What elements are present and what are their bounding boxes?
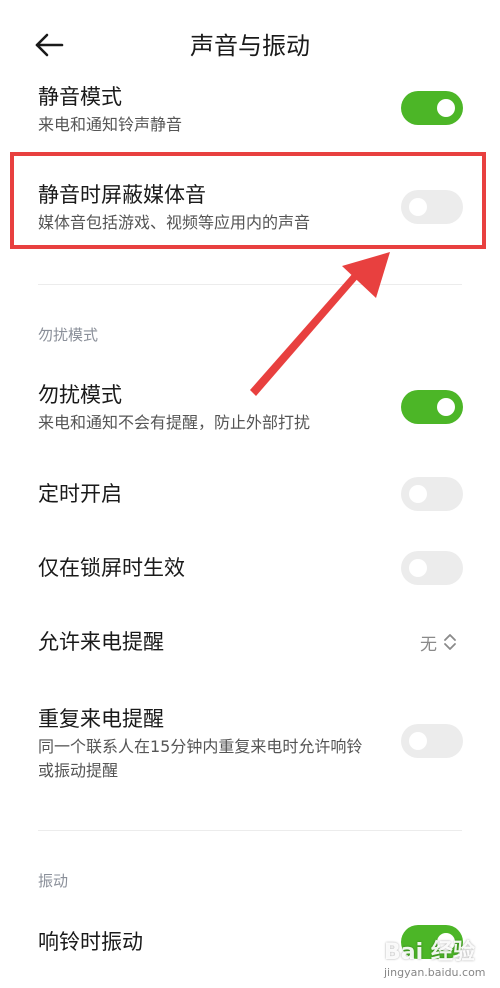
section-label-dnd: 勿扰模式 xyxy=(38,326,99,344)
setting-title: 允许来电提醒 xyxy=(38,630,164,654)
watermark-logo: Bai 经验 xyxy=(384,940,475,965)
setting-title: 响铃时振动 xyxy=(38,930,143,954)
setting-title: 重复来电提醒 xyxy=(38,707,164,731)
scheduled-toggle[interactable] xyxy=(401,477,463,511)
silent-mode-toggle[interactable] xyxy=(401,91,463,125)
setting-title: 静音模式 xyxy=(38,85,122,109)
dnd-toggle[interactable] xyxy=(401,390,463,424)
watermark: Bai 经验 jingyan.baidu.com xyxy=(384,930,496,986)
toggle-knob xyxy=(409,732,427,750)
setting-title: 勿扰模式 xyxy=(38,383,122,407)
allow-calls-picker[interactable]: 无 xyxy=(420,627,457,657)
setting-subtitle: 来电和通知铃声静音 xyxy=(38,115,183,134)
page-title: 声音与振动 xyxy=(190,32,310,60)
header: 声音与振动 xyxy=(0,0,500,92)
divider xyxy=(38,830,462,831)
setting-row-silent-mode: 静音模式 来电和通知铃声静音 xyxy=(0,80,500,140)
setting-title: 定时开启 xyxy=(38,482,122,506)
toggle-knob xyxy=(409,485,427,503)
watermark-url: jingyan.baidu.com xyxy=(384,966,486,979)
chevron-up-down-icon xyxy=(444,634,456,650)
toggle-knob xyxy=(437,398,455,416)
divider xyxy=(38,284,462,285)
section-label-vibration: 振动 xyxy=(38,872,69,890)
setting-row-scheduled: 定时开启 xyxy=(0,476,500,512)
setting-subtitle: 同一个联系人在15分钟内重复来电时允许响铃或振动提醒 xyxy=(38,737,363,780)
lockscreen-only-toggle[interactable] xyxy=(401,551,463,585)
annotation-highlight-box xyxy=(10,152,486,249)
setting-row-dnd: 勿扰模式 来电和通知不会有提醒，防止外部打扰 xyxy=(0,378,500,438)
toggle-knob xyxy=(437,99,455,117)
settings-page: 声音与振动 静音模式 来电和通知铃声静音 静音时屏蔽媒体音 媒体音包括游戏、视频… xyxy=(0,0,500,988)
setting-row-repeat-calls: 重复来电提醒 同一个联系人在15分钟内重复来电时允许响铃或振动提醒 xyxy=(0,702,500,786)
toggle-knob xyxy=(409,559,427,577)
setting-subtitle: 来电和通知不会有提醒，防止外部打扰 xyxy=(38,413,311,432)
repeat-calls-toggle[interactable] xyxy=(401,724,463,758)
setting-title: 仅在锁屏时生效 xyxy=(38,556,185,580)
setting-row-lockscreen-only: 仅在锁屏时生效 xyxy=(0,550,500,586)
picker-value: 无 xyxy=(420,634,437,655)
